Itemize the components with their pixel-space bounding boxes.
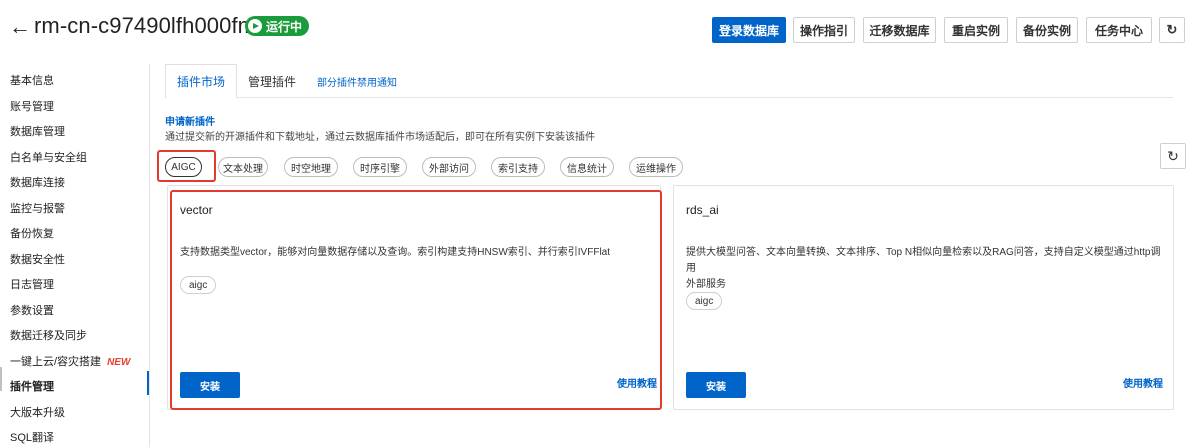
tab-manage-plugins[interactable]: 管理插件 — [237, 64, 307, 98]
sidebar-item-backup[interactable]: 备份恢复 — [10, 225, 54, 241]
instance-id-title: rm-cn-c97490lfh000fm — [34, 13, 257, 38]
operation-guide-button[interactable]: 操作指引 — [793, 17, 855, 43]
plugin-description-line2: 外部服务 — [686, 279, 726, 290]
sidebar: 基本信息 账号管理 数据库管理 白名单与安全组 数据库连接 监控与报警 备份恢复… — [0, 64, 150, 447]
filter-chip-text[interactable]: 文本处理 — [218, 157, 268, 177]
tab-bar: 插件市场 管理插件 部分插件禁用通知 — [165, 64, 1173, 99]
filter-chip-ops[interactable]: 运维操作 — [629, 157, 683, 177]
refresh-icon[interactable]: ↻ — [1160, 143, 1186, 169]
plugin-description: 支持数据类型vector，能够对向量数据存储以及查询。索引构建支持HNSW索引、… — [180, 247, 611, 258]
filter-chip-index[interactable]: 索引支持 — [491, 157, 545, 177]
filter-chip-external[interactable]: 外部访问 — [422, 157, 476, 177]
apply-plugin-link[interactable]: 申请新插件 — [165, 113, 215, 128]
sidebar-item-whitelist[interactable]: 白名单与安全组 — [10, 149, 87, 165]
tutorial-link[interactable]: 使用教程 — [617, 375, 657, 390]
plugin-card-vector: vector 支持数据类型vector，能够对向量数据存储以及查询。索引构建支持… — [167, 185, 661, 410]
task-center-button[interactable]: 任务中心 — [1086, 17, 1152, 43]
migrate-database-button[interactable]: 迁移数据库 — [863, 17, 936, 43]
sidebar-item-databases[interactable]: 数据库管理 — [10, 123, 65, 139]
filter-chip-aigc[interactable]: AIGC — [165, 157, 202, 177]
tab-disabled-notice[interactable]: 部分插件禁用通知 — [315, 64, 399, 98]
backup-instance-button[interactable]: 备份实例 — [1016, 17, 1078, 43]
filter-chip-geo[interactable]: 时空地理 — [284, 157, 338, 177]
login-database-button[interactable]: 登录数据库 — [712, 17, 786, 43]
tutorial-link[interactable]: 使用教程 — [1123, 375, 1163, 390]
plugin-card-rds-ai: rds_ai 提供大模型问答、文本向量转换、文本排序、Top N相似向量检索以及… — [673, 185, 1174, 410]
refresh-icon[interactable]: ↻ — [1159, 17, 1185, 43]
sidebar-item-migration[interactable]: 数据迁移及同步 — [10, 327, 87, 343]
page-header: ← rm-cn-c97490lfh000fm 运行中 登录数据库 操作指引 迁移… — [0, 0, 1188, 56]
sidebar-item-label: 一键上云/容灾搭建 — [10, 356, 102, 368]
sidebar-item-basic-info[interactable]: 基本信息 — [10, 72, 54, 88]
install-button[interactable]: 安装 — [180, 372, 240, 398]
sidebar-item-upgrade[interactable]: 大版本升级 — [10, 404, 65, 420]
plugin-name: rds_ai — [686, 203, 719, 217]
sidebar-item-sql-translate[interactable]: SQL翻译 — [10, 429, 54, 445]
filter-chip-stats[interactable]: 信息统计 — [560, 157, 614, 177]
sidebar-item-security[interactable]: 数据安全性 — [10, 251, 65, 267]
plugin-description-line1: 提供大模型问答、文本向量转换、文本排序、Top N相似向量检索以及RAG问答，支… — [686, 247, 1161, 274]
restart-instance-button[interactable]: 重启实例 — [944, 17, 1008, 43]
sidebar-edge-marker — [0, 367, 2, 391]
plugin-name: vector — [180, 203, 213, 217]
filter-chip-timeseries[interactable]: 时序引擎 — [353, 157, 407, 177]
sidebar-item-monitoring[interactable]: 监控与报警 — [10, 200, 65, 216]
sidebar-item-plugins[interactable]: 插件管理 — [10, 378, 54, 394]
sidebar-item-cloud-migration[interactable]: 一键上云/容灾搭建 NEW — [10, 353, 130, 369]
sidebar-item-accounts[interactable]: 账号管理 — [10, 98, 54, 114]
tab-plugin-market[interactable]: 插件市场 — [165, 64, 237, 99]
apply-plugin-description: 通过提交新的开源插件和下载地址，通过云数据库插件市场适配后，即可在所有实例下安装… — [165, 132, 595, 143]
arrow-left-icon[interactable]: ← — [9, 14, 31, 40]
install-button[interactable]: 安装 — [686, 372, 746, 398]
plugin-description: 提供大模型问答、文本向量转换、文本排序、Top N相似向量检索以及RAG问答，支… — [686, 245, 1166, 293]
sidebar-active-indicator — [147, 371, 149, 395]
new-badge: NEW — [107, 357, 131, 368]
plugin-tag: aigc — [180, 276, 217, 294]
status-label: 运行中 — [266, 19, 303, 34]
sidebar-item-parameters[interactable]: 参数设置 — [10, 302, 54, 318]
play-circle-icon — [248, 19, 262, 33]
sidebar-item-logs[interactable]: 日志管理 — [10, 276, 54, 292]
sidebar-item-connection[interactable]: 数据库连接 — [10, 174, 65, 190]
status-badge: 运行中 — [245, 16, 310, 36]
plugin-tag: aigc — [686, 292, 723, 310]
